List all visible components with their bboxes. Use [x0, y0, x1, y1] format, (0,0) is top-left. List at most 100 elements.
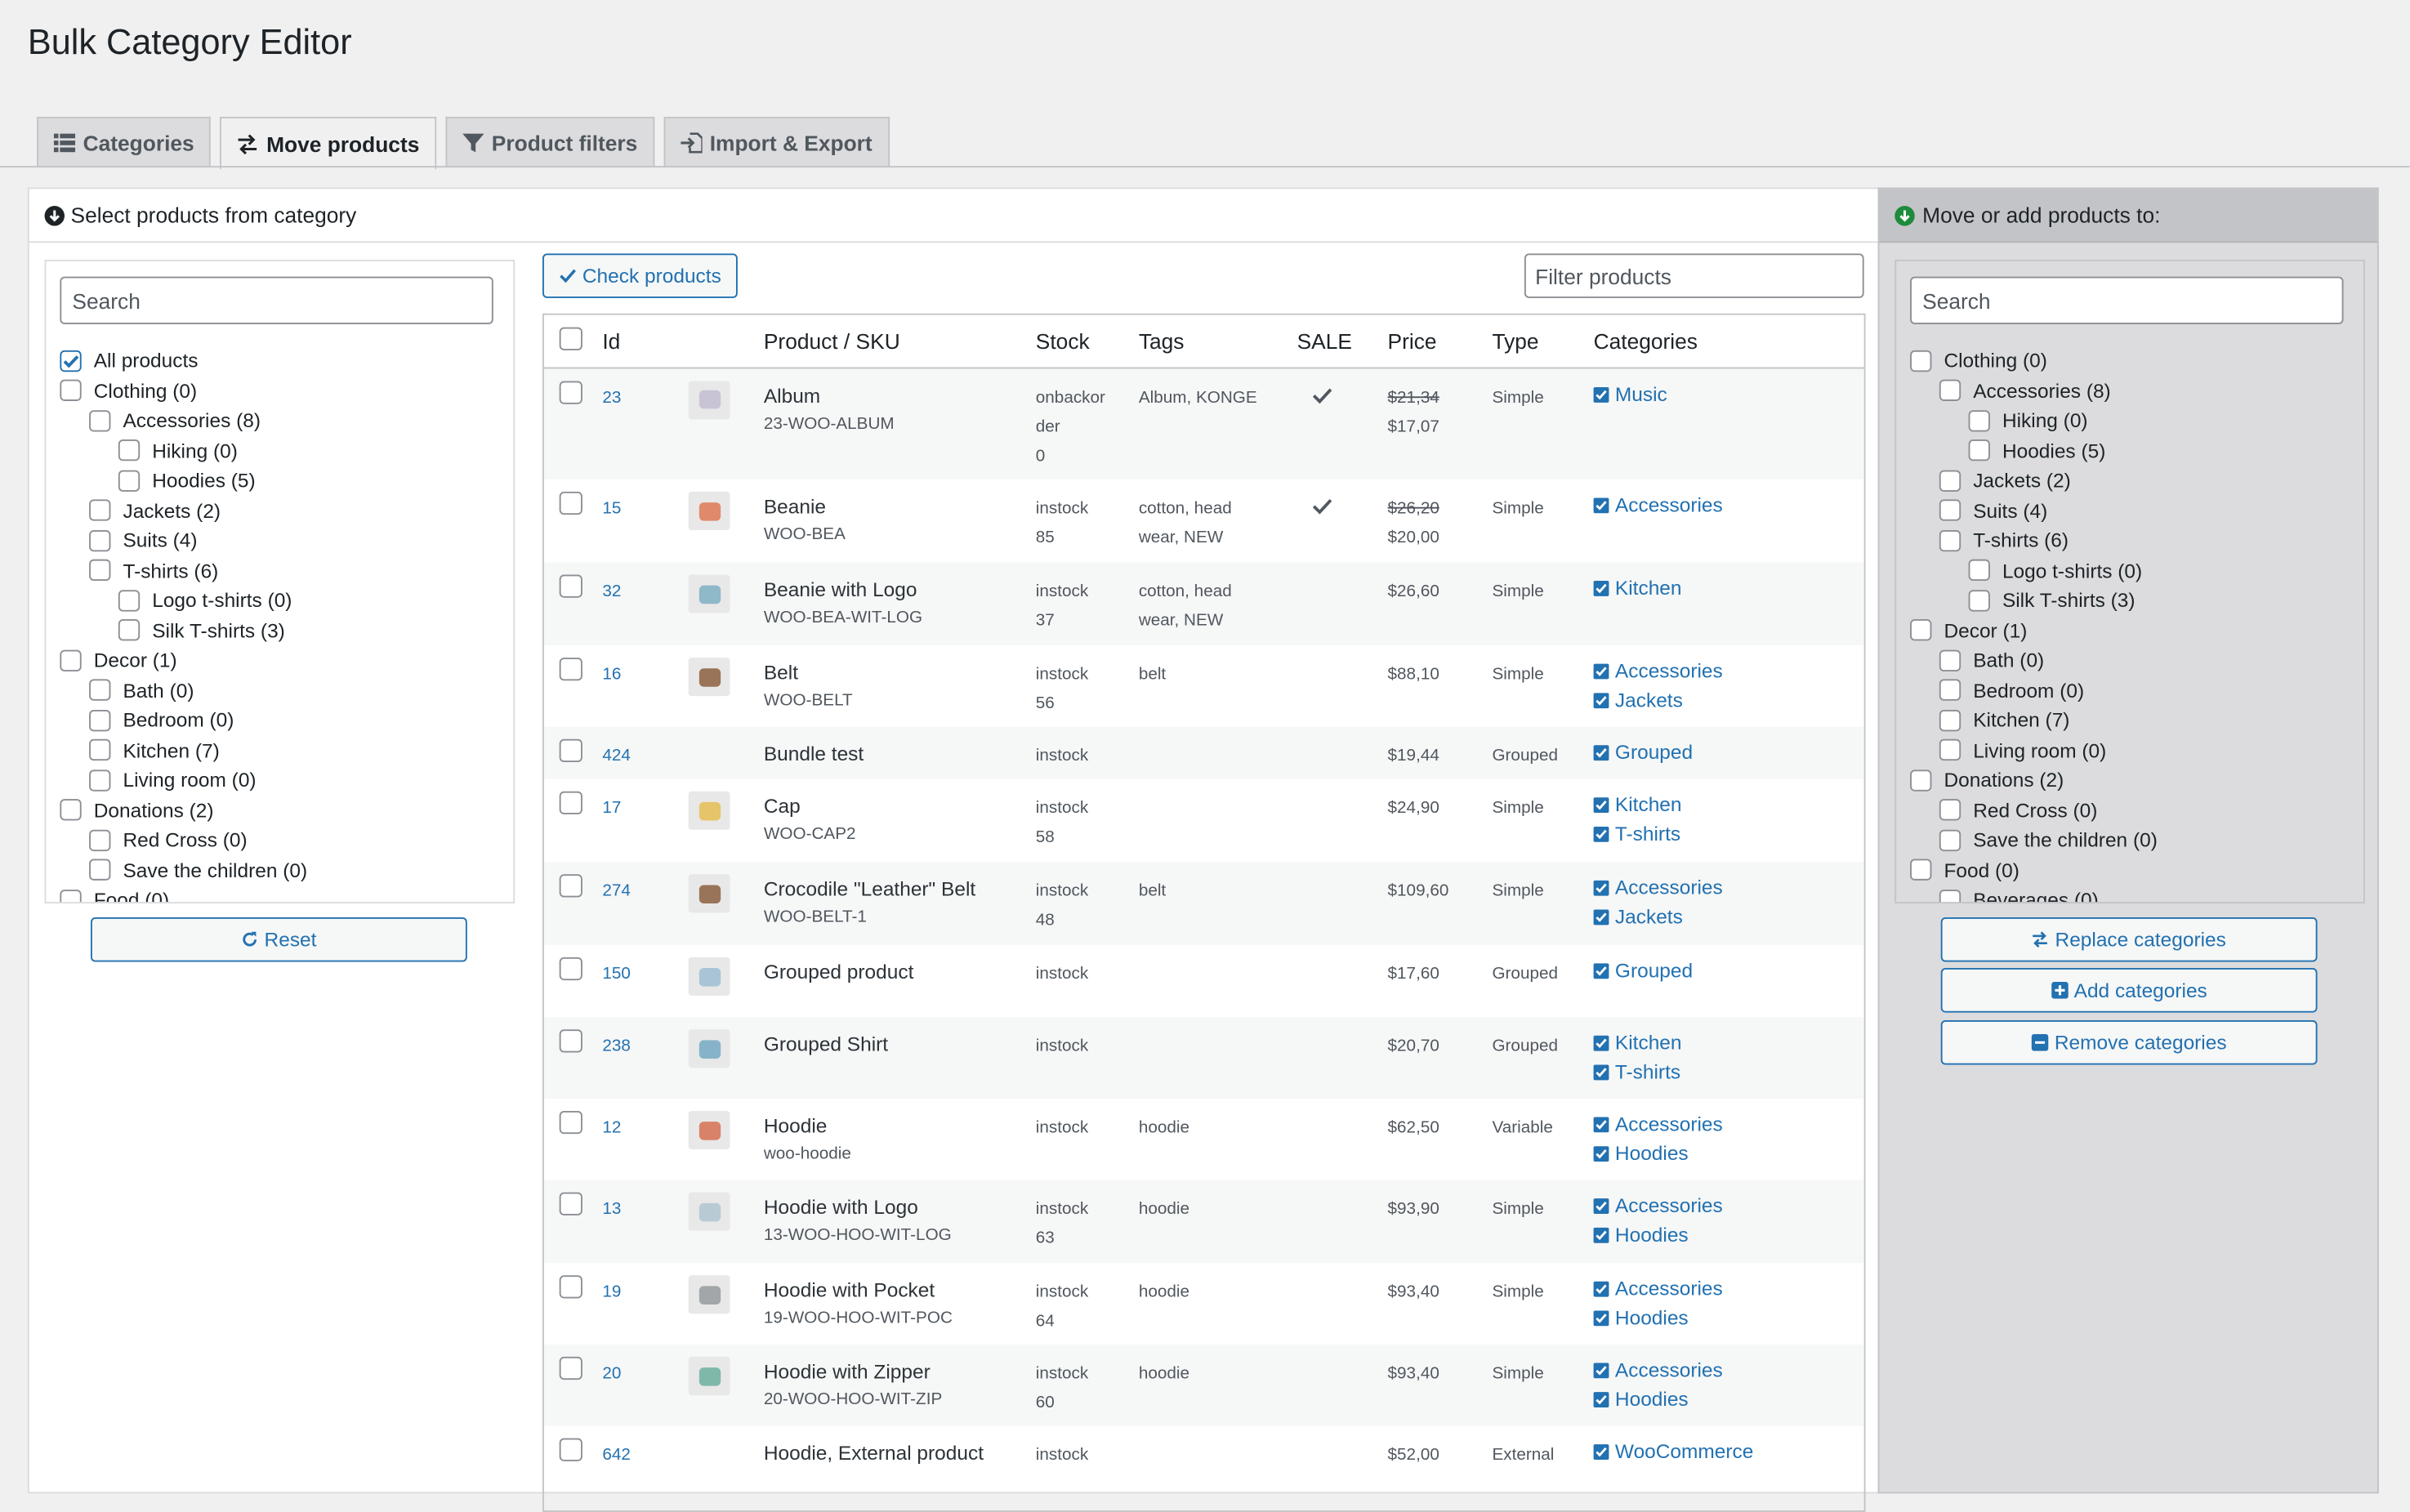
category-item[interactable]: Clothing (0): [60, 376, 307, 406]
table-row[interactable]: 274 Crocodile "Leather" Belt WOO-BELT-1 i…: [543, 862, 1864, 945]
category-checkbox[interactable]: [1939, 380, 1961, 402]
reset-button[interactable]: Reset: [90, 917, 467, 962]
row-checkbox[interactable]: [559, 791, 582, 814]
category-tag[interactable]: WooCommerce: [1593, 1438, 1864, 1467]
product-id-link[interactable]: 17: [602, 799, 621, 818]
category-link[interactable]: Hoodies: [1615, 1385, 1689, 1414]
table-row[interactable]: 16 Belt WOO-BELT instock 56 belt $88,10 Si…: [544, 645, 1864, 727]
category-item[interactable]: Logo t-shirts (0): [1910, 555, 2158, 586]
category-item[interactable]: Food (0): [60, 885, 307, 903]
table-row[interactable]: 150 Grouped product instock $17,60 Group…: [544, 945, 1864, 1017]
table-row[interactable]: 17 Cap WOO-CAP2 instock 58 $24,90 Simple K…: [544, 779, 1864, 863]
table-row[interactable]: 20 Hoodie with Zipper 20-WOO-HOO-WIT-ZIP …: [543, 1344, 1864, 1426]
category-link[interactable]: Jackets: [1615, 686, 1683, 715]
row-checkbox[interactable]: [559, 738, 582, 762]
select-all-checkbox[interactable]: [559, 327, 582, 350]
category-link[interactable]: Accessories: [1615, 492, 1723, 520]
category-checkbox[interactable]: [1968, 560, 1990, 582]
category-item[interactable]: Clothing (0): [1910, 346, 2158, 376]
product-id-link[interactable]: 274: [602, 882, 631, 901]
category-tag[interactable]: Hoodies: [1593, 1140, 1864, 1168]
category-tag[interactable]: Accessories: [1593, 1275, 1864, 1304]
table-row[interactable]: 12 Hoodie woo-hoodie instock hoodie $62,5…: [544, 1099, 1864, 1180]
category-checkbox[interactable]: [118, 439, 141, 462]
category-checkbox[interactable]: [1939, 529, 1961, 551]
tab-move-products[interactable]: Move products: [220, 116, 437, 169]
category-item[interactable]: Decor (1): [1910, 615, 2158, 645]
category-checkbox[interactable]: [1939, 679, 1961, 702]
category-checkbox[interactable]: [1939, 829, 1961, 851]
category-link[interactable]: Grouped: [1615, 957, 1693, 986]
category-tag[interactable]: Hoodies: [1593, 1385, 1864, 1414]
category-link[interactable]: Kitchen: [1615, 574, 1682, 603]
table-row[interactable]: 238 Grouped Shirt instock $20,70 Grouped…: [543, 1017, 1864, 1099]
category-checkbox[interactable]: [1939, 470, 1961, 492]
category-tag[interactable]: T-shirts: [1593, 1058, 1864, 1086]
row-checkbox[interactable]: [559, 1110, 582, 1135]
category-link[interactable]: Accessories: [1615, 658, 1723, 686]
tab-import-export[interactable]: Import & Export: [663, 116, 890, 168]
row-checkbox[interactable]: [559, 957, 582, 981]
category-item[interactable]: Logo t-shirts (0): [60, 586, 307, 616]
category-item[interactable]: Silk T-shirts (3): [1910, 586, 2158, 616]
product-id-link[interactable]: 16: [602, 665, 621, 684]
category-tag[interactable]: Grouped: [1593, 739, 1864, 768]
category-checkbox[interactable]: [89, 560, 111, 582]
table-row[interactable]: 23 Album 23-WOO-ALBUM onbackor der 0 Album,…: [543, 367, 1864, 479]
category-checkbox[interactable]: [1910, 859, 1932, 881]
category-tag[interactable]: Kitchen: [1593, 574, 1864, 603]
category-checkbox[interactable]: [1939, 889, 1961, 903]
source-search-input[interactable]: [60, 276, 493, 324]
category-checkbox[interactable]: [1939, 739, 1961, 761]
category-checkbox[interactable]: [89, 829, 111, 851]
category-item[interactable]: Hiking (0): [1910, 406, 2158, 436]
check-products-button[interactable]: Check products: [542, 253, 739, 298]
category-checkbox[interactable]: [60, 889, 82, 903]
category-item[interactable]: Hoodies (5): [1910, 435, 2158, 466]
category-item[interactable]: Red Cross (0): [60, 825, 307, 855]
category-tag[interactable]: Hoodies: [1593, 1304, 1864, 1332]
col-stock[interactable]: Stock: [1035, 314, 1139, 368]
table-row[interactable]: 15 Beanie WOO-BEA instock 85 cotton, head …: [544, 479, 1864, 563]
category-item[interactable]: Save the children (0): [1910, 825, 2158, 855]
table-row[interactable]: 424 Bundle test instock $19,44 Grouped G…: [543, 726, 1864, 779]
category-link[interactable]: Hoodies: [1615, 1220, 1689, 1249]
category-link[interactable]: Kitchen: [1615, 1029, 1682, 1058]
category-checkbox[interactable]: [60, 350, 82, 372]
category-item[interactable]: Save the children (0): [60, 855, 307, 885]
category-checkbox[interactable]: [1939, 799, 1961, 821]
row-checkbox[interactable]: [559, 1029, 582, 1053]
category-link[interactable]: Accessories: [1615, 1193, 1723, 1221]
tab-categories[interactable]: Categories: [37, 116, 212, 168]
category-tag[interactable]: Accessories: [1593, 1357, 1864, 1385]
row-checkbox[interactable]: [559, 1192, 582, 1215]
category-link[interactable]: WooCommerce: [1615, 1438, 1753, 1467]
tab-product-filters[interactable]: Product filters: [445, 116, 655, 168]
row-checkbox[interactable]: [559, 380, 582, 404]
category-checkbox[interactable]: [89, 409, 111, 432]
category-checkbox[interactable]: [1910, 619, 1932, 641]
category-checkbox[interactable]: [1910, 769, 1932, 792]
category-item[interactable]: Hiking (0): [60, 435, 307, 466]
category-item[interactable]: Jackets (2): [1910, 466, 2158, 496]
product-id-link[interactable]: 13: [602, 1200, 621, 1219]
category-item[interactable]: Suits (4): [60, 525, 307, 555]
category-tag[interactable]: Jackets: [1593, 903, 1864, 931]
col-price[interactable]: Price: [1387, 314, 1493, 368]
category-tag[interactable]: Kitchen: [1593, 1029, 1864, 1058]
category-item[interactable]: Beverages (0): [1910, 885, 2158, 903]
category-item[interactable]: Food (0): [1910, 855, 2158, 885]
col-tags[interactable]: Tags: [1138, 314, 1297, 368]
category-item[interactable]: Silk T-shirts (3): [60, 615, 307, 645]
category-checkbox[interactable]: [1939, 649, 1961, 671]
row-checkbox[interactable]: [559, 1275, 582, 1299]
product-id-link[interactable]: 15: [602, 499, 621, 518]
col-categories[interactable]: Categories: [1593, 314, 1864, 368]
filter-products-input[interactable]: [1524, 253, 1864, 298]
category-item[interactable]: Accessories (8): [1910, 376, 2158, 406]
category-link[interactable]: Accessories: [1615, 1357, 1723, 1385]
remove-categories-button[interactable]: Remove categories: [1940, 1019, 2318, 1065]
add-categories-button[interactable]: Add categories: [1940, 968, 2318, 1013]
col-type[interactable]: Type: [1492, 314, 1594, 368]
category-item[interactable]: Bedroom (0): [1910, 676, 2158, 706]
